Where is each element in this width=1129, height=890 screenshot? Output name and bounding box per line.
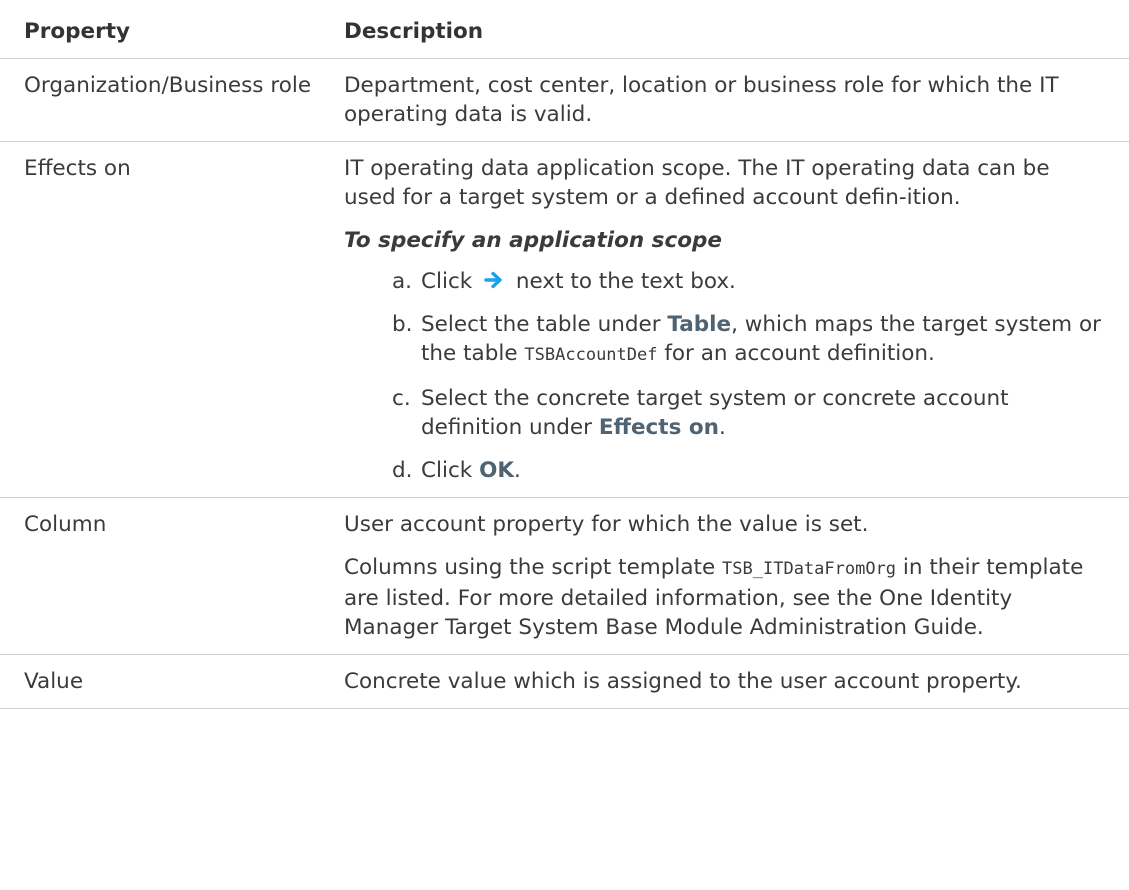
description-text-part: Columns using the script template bbox=[344, 555, 716, 580]
description-text: Concrete value which is assigned to the … bbox=[344, 669, 1022, 694]
step-marker: d. bbox=[392, 458, 413, 483]
ui-term: Table bbox=[667, 312, 732, 337]
description-text: IT operating data application scope. The… bbox=[344, 156, 1050, 210]
procedure-step: b. Select the table under Table, which m… bbox=[392, 310, 1105, 370]
table-row: Column User account property for which t… bbox=[0, 497, 1129, 655]
step-text: Click bbox=[421, 458, 473, 483]
property-cell: Organization/Business role bbox=[0, 58, 330, 142]
step-text: Click bbox=[421, 269, 473, 294]
table-row: Organization/Business role Department, c… bbox=[0, 58, 1129, 142]
step-text: next to the text box. bbox=[515, 269, 736, 294]
code-term: TSBAccountDef bbox=[524, 345, 658, 365]
step-text: for an account definition. bbox=[664, 341, 935, 366]
description-cell: Concrete value which is assigned to the … bbox=[330, 654, 1129, 709]
property-cell: Effects on bbox=[0, 141, 330, 498]
procedure-step: a. Click next to the text box. bbox=[392, 267, 1105, 296]
description-text: User account property for which the valu… bbox=[344, 512, 869, 537]
description-cell: IT operating data application scope. The… bbox=[330, 141, 1129, 498]
property-table: Property Description Organization/Busine… bbox=[0, 0, 1129, 709]
column-header-property: Property bbox=[0, 0, 330, 59]
property-cell: Column bbox=[0, 497, 330, 655]
right-arrow-icon bbox=[484, 271, 502, 289]
step-text: . bbox=[514, 458, 521, 483]
step-text: . bbox=[718, 415, 726, 440]
step-marker: c. bbox=[392, 386, 411, 411]
step-marker: a. bbox=[392, 269, 413, 294]
procedure-step: c. Select the concrete target system or … bbox=[392, 384, 1105, 442]
table-header-row: Property Description bbox=[0, 0, 1129, 59]
ui-term: OK bbox=[479, 458, 515, 483]
column-header-description: Description bbox=[330, 0, 1129, 59]
procedure-step: d. Click OK. bbox=[392, 456, 1105, 485]
table-row: Effects on IT operating data application… bbox=[0, 141, 1129, 498]
description-cell: Department, cost center, location or bus… bbox=[330, 58, 1129, 142]
table-row: Value Concrete value which is assigned t… bbox=[0, 654, 1129, 709]
description-cell: User account property for which the valu… bbox=[330, 497, 1129, 655]
procedure-steps: a. Click next to the text box. b. Select… bbox=[344, 267, 1105, 485]
ui-term: Effects on bbox=[598, 415, 719, 440]
code-term: TSB_ITDataFromOrg bbox=[722, 559, 897, 579]
description-text: Department, cost center, location or bus… bbox=[344, 73, 1059, 127]
step-marker: b. bbox=[392, 312, 413, 337]
property-cell: Value bbox=[0, 654, 330, 709]
step-text: Select the table under bbox=[421, 312, 661, 337]
description-text: Columns using the script template TSB_IT… bbox=[344, 553, 1105, 642]
procedure-title: To specify an application scope bbox=[344, 228, 722, 253]
